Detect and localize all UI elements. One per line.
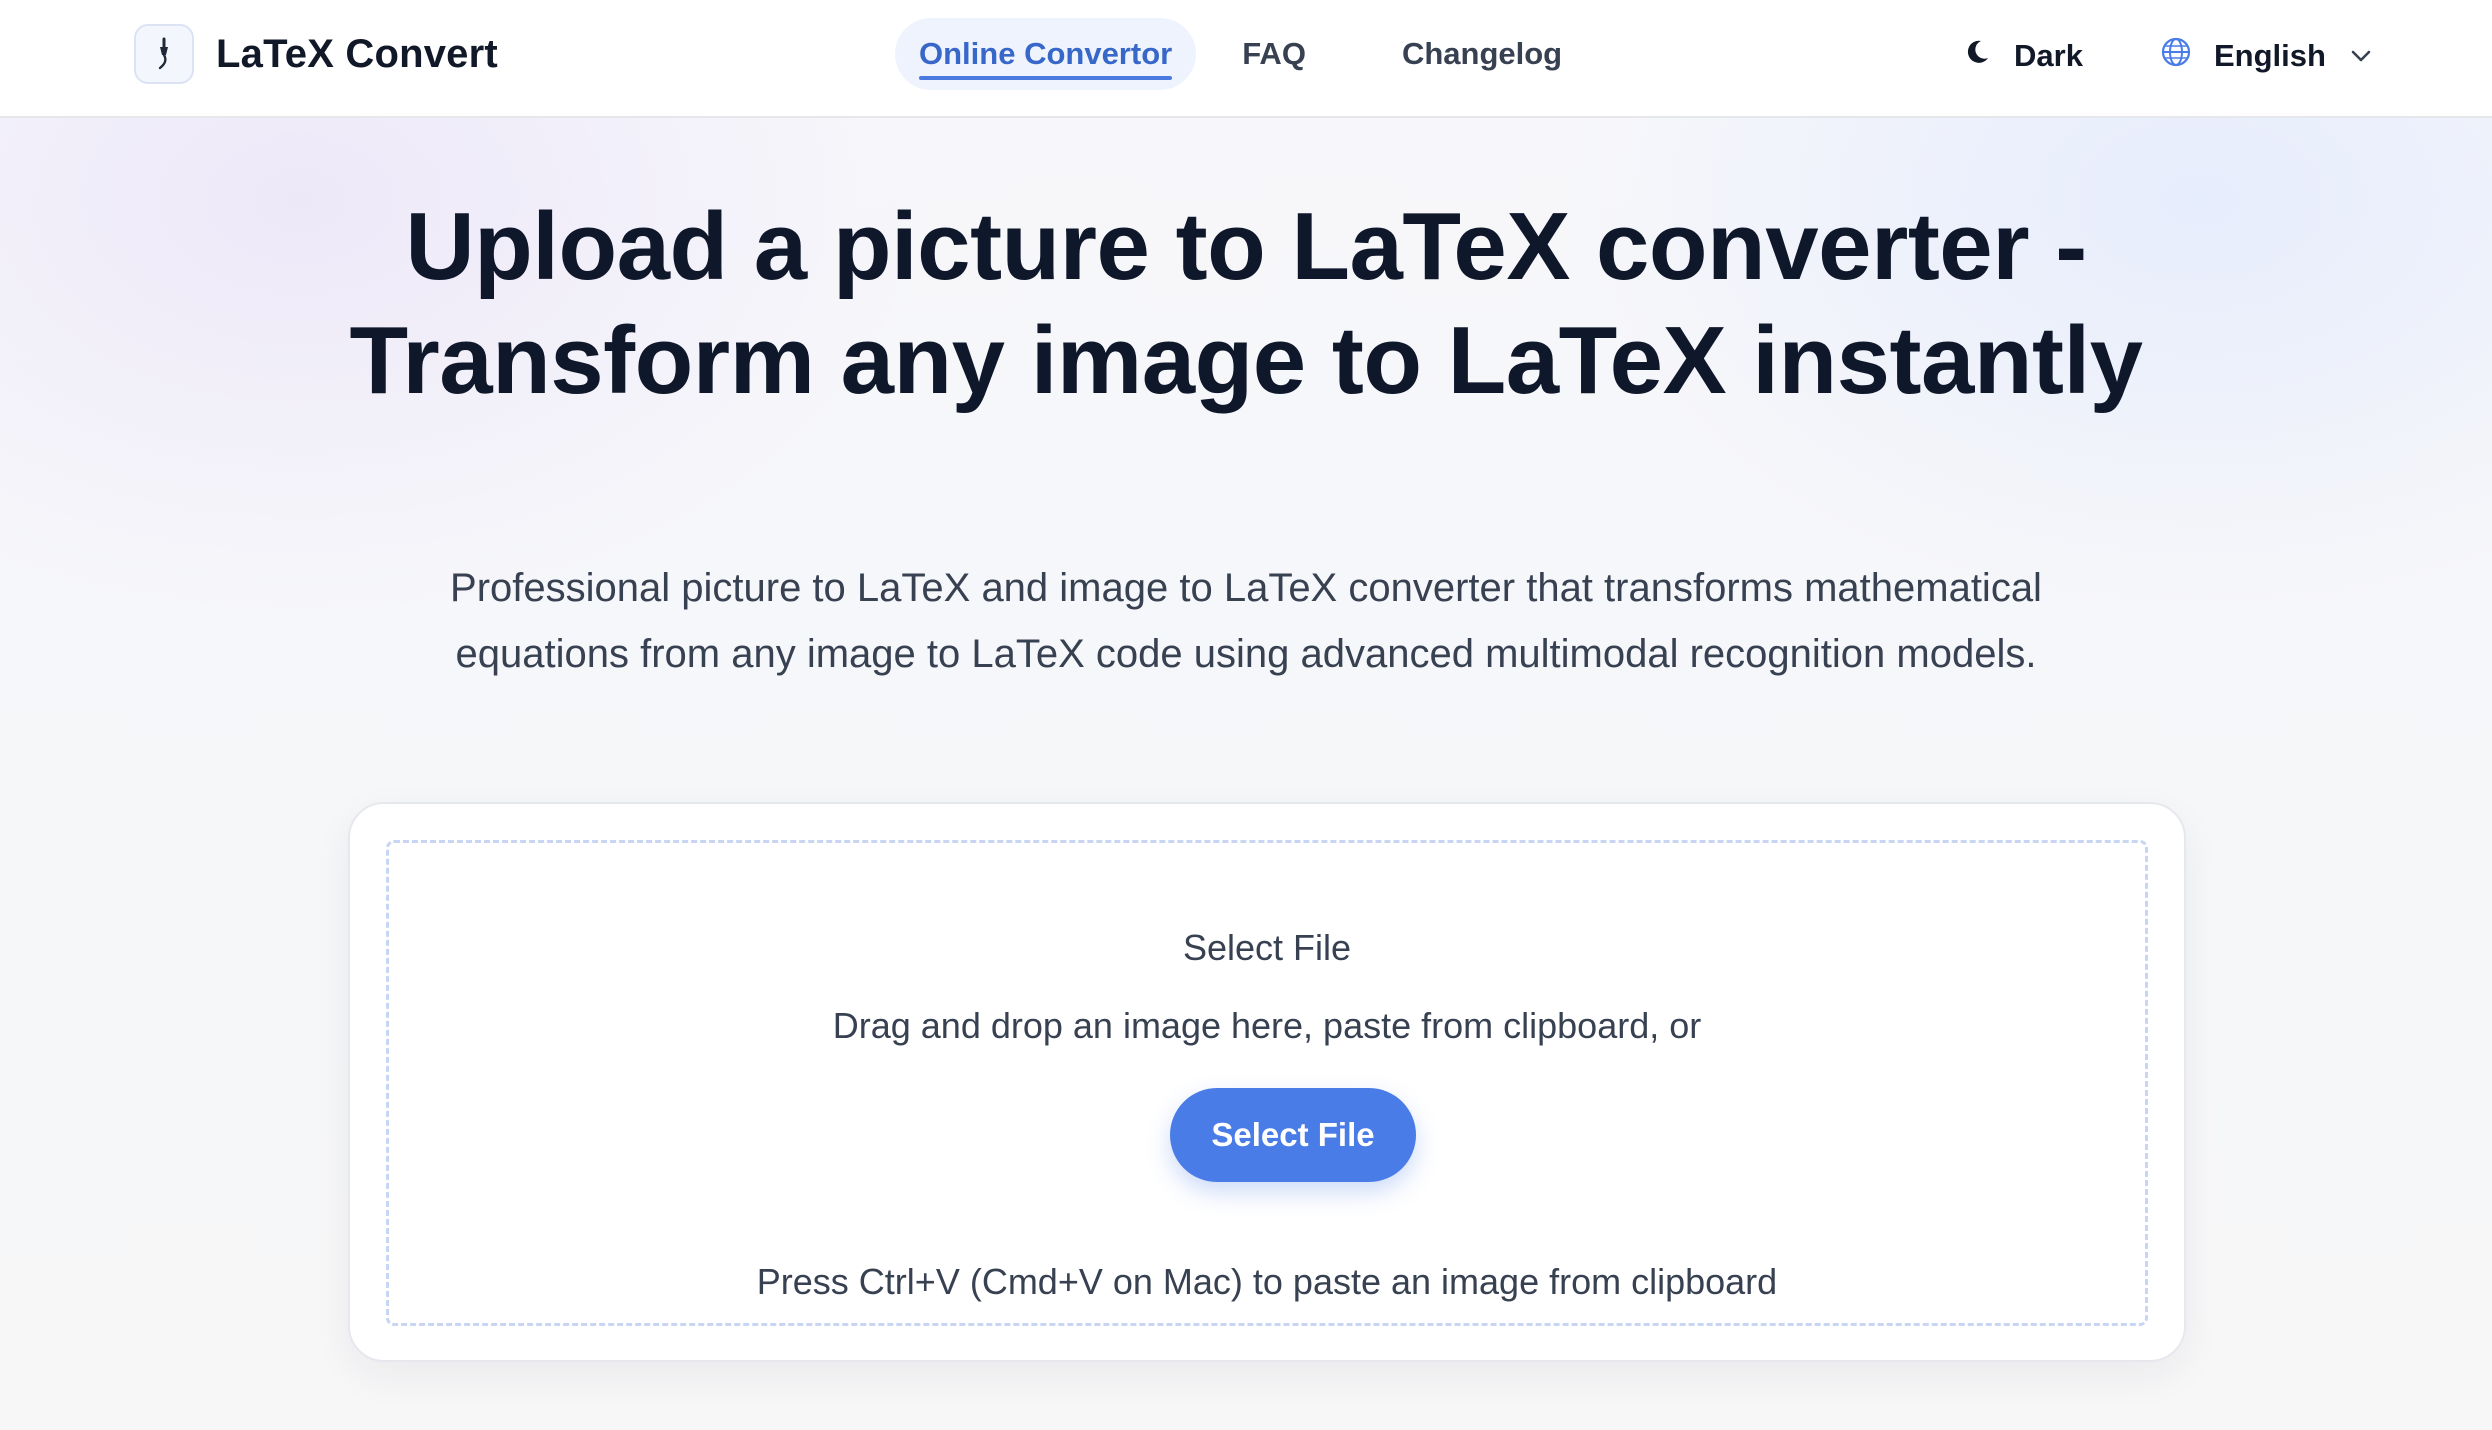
brand-name: LaTeX Convert [216,31,498,76]
dropzone-description: Drag and drop an image here, paste from … [832,1005,1702,1046]
nav-changelog[interactable]: Changelog [1402,18,1562,90]
language-select[interactable]: English [2160,30,2372,82]
fountain-pen-icon [134,24,194,84]
moon-icon [1962,37,1992,75]
theme-toggle-button[interactable]: Dark [1962,30,2083,82]
dropzone-title: Select File [1182,927,1352,968]
image-dropzone[interactable]: Select File Drag and drop an image here,… [386,840,2148,1326]
top-navigation-bar: LaTeX Convert Online Convertor FAQ Chang… [0,0,2492,118]
theme-label: Dark [2014,38,2083,73]
main-nav: Online Convertor FAQ Changelog [895,18,1562,90]
globe-icon [2160,36,2192,76]
page-title: Upload a picture to LaTeX converter - Tr… [349,193,2144,414]
nav-faq[interactable]: FAQ [1242,18,1306,90]
language-label: English [2214,38,2326,73]
select-file-button[interactable]: Select File [1170,1088,1416,1182]
brand-logo-link[interactable]: LaTeX Convert [134,24,498,84]
nav-online-convertor[interactable]: Online Convertor [895,18,1197,90]
paste-hint: Press Ctrl+V (Cmd+V on Mac) to paste an … [756,1261,1778,1302]
page-subtitle: Professional picture to LaTeX and image … [450,566,2042,676]
upload-card: Select File Drag and drop an image here,… [348,802,2186,1362]
chevron-down-icon [2350,49,2372,63]
